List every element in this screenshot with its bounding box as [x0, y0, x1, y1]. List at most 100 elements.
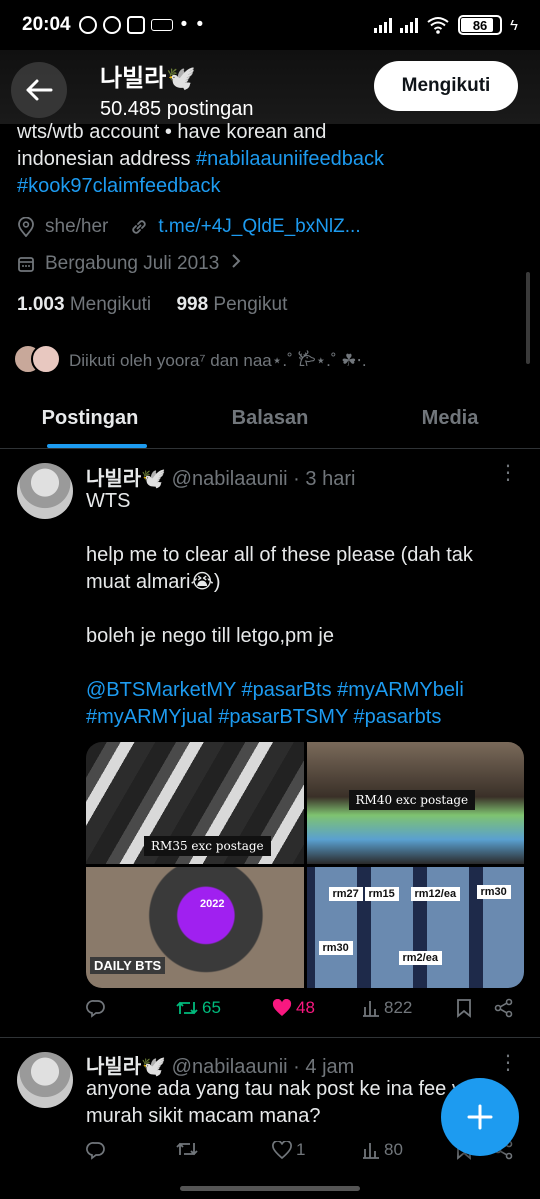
link-icon	[130, 218, 148, 236]
reply-icon	[86, 1142, 105, 1160]
chevron-right-icon	[231, 253, 241, 275]
more-notifications-indicator: • •	[180, 14, 206, 35]
tweet-line: help me to clear all of these please (da…	[86, 544, 473, 593]
reply-button[interactable]	[86, 998, 106, 1018]
tweet-author-name[interactable]: 나빌라🕊️	[86, 1056, 166, 1078]
compose-button[interactable]	[441, 1078, 519, 1156]
tweet-handle[interactable]: @nabilaaunii	[172, 1056, 288, 1078]
pronouns: she/her	[45, 216, 109, 237]
joined-row[interactable]: Bergabung Juli 2013	[17, 253, 241, 275]
following-count: 1.003	[17, 294, 65, 315]
scrollbar[interactable]	[526, 272, 530, 364]
avatar[interactable]	[17, 1052, 73, 1108]
profile-bio: wts/wtb account • have korean and indone…	[17, 119, 517, 200]
reply-button[interactable]	[86, 1140, 106, 1160]
arrow-left-icon	[26, 79, 53, 101]
tab-replies[interactable]: Balasan	[180, 389, 360, 448]
follower-avatar	[31, 344, 61, 374]
profile-link[interactable]: t.me/+4J_QldE_bxNlZ...	[158, 216, 360, 238]
tweet-line	[86, 515, 516, 542]
profile-display-name: 나빌라🕊️	[100, 65, 197, 92]
tweet-author-name[interactable]: 나빌라🕊️	[86, 468, 166, 490]
tweet-actions: 65 48 822	[86, 998, 516, 1028]
tweet-header: 나빌라🕊️ @nabilaaunii · 3 hari	[86, 462, 355, 491]
retweet-icon	[176, 1001, 198, 1015]
calendar-icon	[17, 255, 35, 273]
bio-hashtag-link[interactable]: #kook97claimfeedback	[17, 175, 220, 197]
followed-by-text: Diikuti oleh yoora⁷ dan naa⋆.˚ 𐂂⋆.˚ ☘︎⋅.	[69, 350, 367, 370]
price-label: rm30	[318, 940, 353, 955]
retweet-button[interactable]	[176, 1140, 198, 1158]
followers-stat[interactable]: 998 Pengikut	[176, 294, 287, 315]
bio-line: wts/wtb account • have korean and	[17, 121, 327, 139]
tweet-time: · 3 hari	[293, 468, 356, 490]
views-icon	[363, 1143, 379, 1159]
price-label: rm27	[328, 886, 363, 901]
share-button[interactable]	[494, 998, 514, 1018]
tweet-line	[86, 650, 516, 677]
heart-outline-icon	[272, 1141, 292, 1159]
tweet-media-grid: RM35 exc postage RM40 exc postage 2022 D…	[86, 742, 524, 988]
bookmark-button[interactable]	[456, 998, 472, 1018]
whatsapp-icon	[102, 16, 121, 34]
alarm-icon	[78, 16, 97, 34]
following-button[interactable]: Mengikuti	[374, 61, 518, 111]
battery-level: 86	[472, 17, 488, 33]
wifi-icon	[427, 17, 449, 34]
tab-media[interactable]: Media	[360, 389, 540, 448]
tweet-line	[86, 596, 516, 623]
retweet-icon	[176, 1142, 198, 1156]
tweet-text: WTS help me to clear all of these please…	[86, 488, 516, 731]
tweet-divider	[0, 1037, 540, 1038]
signal-icon-2	[400, 17, 419, 33]
more-options-icon[interactable]: ⋮	[498, 460, 518, 485]
views-count: 80	[384, 1140, 403, 1159]
tweet-photo[interactable]: 2022 DAILY BTS	[86, 866, 304, 988]
app-notification-icon	[150, 19, 173, 31]
following-label: Mengikuti	[64, 294, 152, 315]
charging-icon: ϟ	[510, 16, 518, 34]
bookmark-icon	[457, 999, 471, 1018]
following-stat[interactable]: 1.003 Mengikuti	[17, 294, 151, 315]
photo-text: DAILY BTS	[90, 956, 166, 974]
followers-label: Pengikut	[208, 294, 288, 315]
views-button[interactable]: 80	[362, 1140, 403, 1160]
joined-date: Bergabung Juli 2013	[45, 253, 220, 274]
follow-stats: 1.003 Mengikuti 998 Pengikut	[17, 294, 287, 316]
post-count: 50.485 postingan	[100, 98, 254, 120]
battery-icon: 86	[458, 15, 503, 35]
bio-text: indonesian address	[17, 148, 197, 170]
share-icon	[494, 998, 513, 1018]
avatar[interactable]	[17, 463, 73, 519]
profile-meta-row: she/her t.me/+4J_QldE_bxNlZ...	[17, 216, 361, 238]
tweet-photo[interactable]: RM40 exc postage	[306, 742, 524, 864]
instagram-icon	[126, 16, 145, 34]
tweet-photo[interactable]: rm27 rm15 rm12/ea rm30 rm30 rm2/ea	[306, 866, 524, 988]
like-button[interactable]: 48	[272, 998, 315, 1018]
price-label: RM35 exc postage	[144, 836, 271, 856]
views-button[interactable]: 822	[362, 998, 412, 1018]
tweet-line: boleh je nego till letgo,pm je	[86, 625, 334, 647]
more-options-icon[interactable]: ⋮	[498, 1050, 518, 1075]
retweet-button[interactable]: 65	[176, 998, 221, 1018]
followed-by-row[interactable]: Diikuti oleh yoora⁷ dan naa⋆.˚ 𐂂⋆.˚ ☘︎⋅.	[13, 342, 367, 376]
views-icon	[363, 1001, 379, 1017]
bio-hashtag-link[interactable]: #nabilaauniifeedback	[196, 148, 384, 170]
tab-posts[interactable]: Postingan	[0, 389, 180, 448]
profile-tabs: Postingan Balasan Media	[0, 389, 540, 449]
price-label: rm15	[364, 886, 399, 901]
tweet-handle[interactable]: @nabilaaunii	[172, 468, 288, 490]
tweet-hashtags[interactable]: #myARMYjual #pasarBTSMY #pasarbts	[86, 704, 516, 731]
tweet-header: 나빌라🕊️ @nabilaaunii · 4 jam	[86, 1050, 354, 1079]
gesture-bar[interactable]	[180, 1186, 360, 1191]
price-label: rm12/ea	[410, 886, 461, 901]
tweet-time: · 4 jam	[293, 1056, 355, 1078]
tweet-photo[interactable]: RM35 exc postage	[86, 742, 304, 864]
like-button[interactable]: 1	[272, 1140, 305, 1160]
tweet-hashtags[interactable]: @BTSMarketMY #pasarBts #myARMYbeli	[86, 677, 516, 704]
like-count: 1	[296, 1140, 306, 1159]
reply-icon	[86, 1000, 105, 1018]
back-button[interactable]	[11, 62, 67, 118]
tweet-line: WTS	[86, 490, 131, 512]
profile-header: 나빌라🕊️ 50.485 postingan Mengikuti	[0, 50, 540, 124]
